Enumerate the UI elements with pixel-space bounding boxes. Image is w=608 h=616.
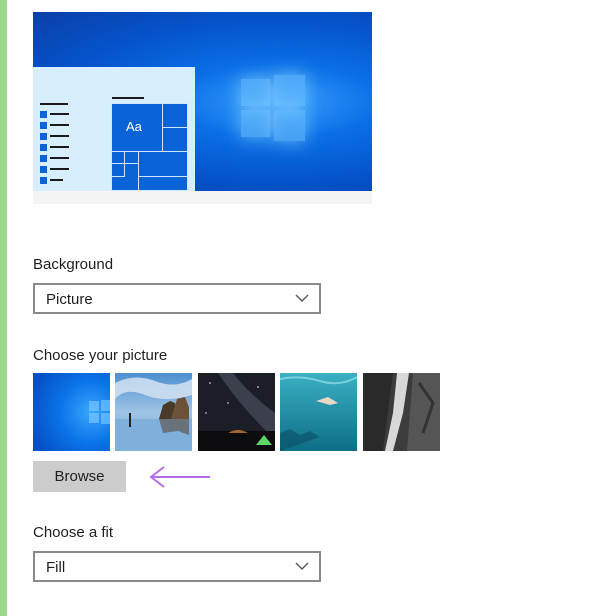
preview-start-menu: Aa	[33, 67, 195, 191]
thumbnail-night-sky-tent[interactable]	[198, 373, 275, 451]
chevron-down-icon	[295, 562, 309, 570]
tile-text: Aa	[126, 119, 142, 134]
fit-dropdown[interactable]: Fill	[33, 551, 321, 582]
thumbnail-rock-waterfall[interactable]	[363, 373, 440, 451]
preview-tile-aa: Aa	[111, 103, 163, 152]
choose-fit-label: Choose a fit	[33, 524, 114, 541]
choose-picture-label: Choose your picture	[33, 347, 168, 364]
chevron-down-icon	[295, 294, 309, 302]
thumbnail-beach-rocks[interactable]	[115, 373, 192, 451]
browse-button[interactable]: Browse	[33, 461, 126, 492]
thumbnail-windows-default[interactable]	[33, 373, 110, 451]
preview-taskbar	[33, 191, 372, 204]
preview-desktop-wallpaper: Aa	[33, 12, 372, 191]
annotation-arrow-icon	[149, 466, 210, 488]
background-dropdown[interactable]: Picture	[33, 283, 321, 314]
windows-logo-icon	[241, 75, 305, 141]
desktop-preview: Aa	[33, 12, 372, 204]
background-dropdown-value: Picture	[46, 291, 93, 308]
left-accent-bar	[0, 0, 7, 616]
picture-thumbnails	[33, 373, 443, 451]
fit-dropdown-value: Fill	[46, 559, 66, 576]
background-label: Background	[33, 256, 114, 273]
thumbnail-underwater-swimmer[interactable]	[280, 373, 357, 451]
